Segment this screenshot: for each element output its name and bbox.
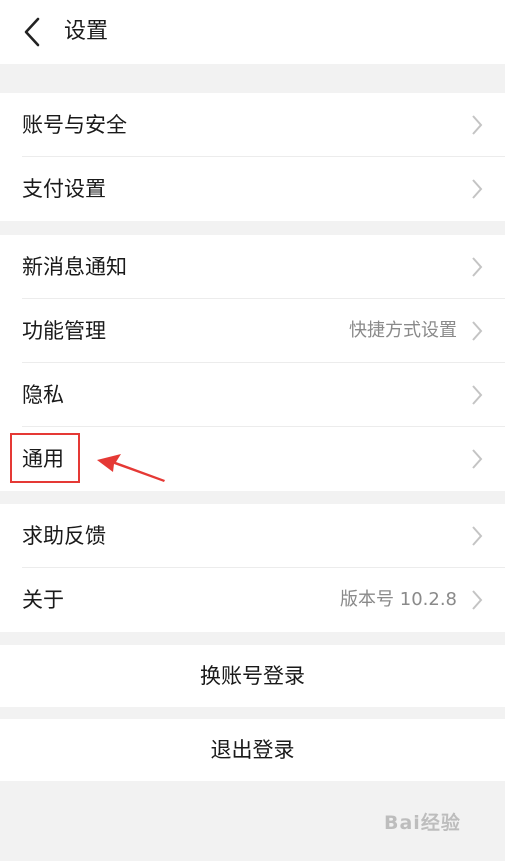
- settings-item-about[interactable]: 关于 版本号 10.2.8: [0, 568, 505, 632]
- highlight-box: [10, 433, 80, 483]
- settings-item-account-security[interactable]: 账号与安全: [0, 93, 505, 157]
- settings-item-value: 快捷方式设置: [349, 320, 457, 341]
- chevron-right-icon: [472, 321, 483, 341]
- settings-item-label: 新消息通知: [22, 255, 127, 279]
- page-title: 设置: [64, 19, 109, 44]
- chevron-right-icon: [472, 385, 483, 405]
- chevron-left-icon: [24, 17, 40, 47]
- settings-group-about: 求助反馈 关于 版本号 10.2.8: [0, 504, 505, 632]
- settings-item-label: 求助反馈: [22, 524, 106, 548]
- settings-item-label: 支付设置: [22, 177, 106, 201]
- chevron-right-icon: [472, 257, 483, 277]
- chevron-right-icon: [472, 526, 483, 546]
- chevron-right-icon: [472, 449, 483, 469]
- switch-account-button[interactable]: 换账号登录: [0, 645, 505, 707]
- top-bar: 设置: [0, 0, 505, 64]
- version-value: 版本号 10.2.8: [340, 589, 457, 610]
- chevron-right-icon: [472, 115, 483, 135]
- settings-group-account: 账号与安全 支付设置: [0, 93, 505, 221]
- back-button[interactable]: [18, 14, 50, 50]
- logout-button[interactable]: 退出登录: [0, 719, 505, 781]
- settings-item-label: 关于: [22, 588, 64, 612]
- settings-item-payment[interactable]: 支付设置: [0, 157, 505, 221]
- settings-item-notifications[interactable]: 新消息通知: [0, 235, 505, 299]
- settings-item-label: 功能管理: [22, 319, 106, 343]
- chevron-right-icon: [472, 590, 483, 610]
- watermark: Bai经验: [384, 812, 461, 834]
- settings-item-privacy[interactable]: 隐私: [0, 363, 505, 427]
- annotation-arrow-icon: [97, 454, 165, 482]
- settings-item-label: 账号与安全: [22, 113, 127, 137]
- settings-item-feedback[interactable]: 求助反馈: [0, 504, 505, 568]
- settings-item-features[interactable]: 功能管理 快捷方式设置: [0, 299, 505, 363]
- chevron-right-icon: [472, 179, 483, 199]
- settings-item-label: 隐私: [22, 383, 64, 407]
